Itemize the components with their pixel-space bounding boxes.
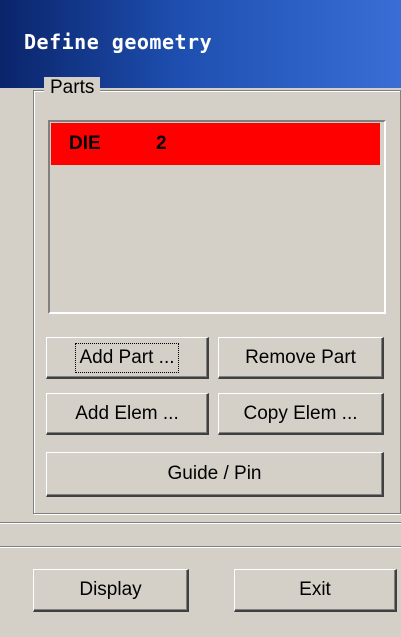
title-bar[interactable]: Define geometry	[0, 0, 401, 88]
guide-pin-label: Guide / Pin	[167, 463, 262, 484]
window-title: Define geometry	[24, 30, 213, 54]
parts-group-label: Parts	[44, 77, 101, 99]
part-number: 2	[156, 133, 167, 154]
add-part-button[interactable]: Add Part ...	[46, 337, 209, 379]
separator	[0, 546, 401, 548]
add-elem-button[interactable]: Add Elem ...	[46, 393, 209, 435]
display-label: Display	[79, 579, 142, 600]
exit-label: Exit	[299, 579, 331, 600]
list-item[interactable]: DIE 2	[51, 123, 380, 165]
part-name: DIE	[69, 133, 101, 154]
add-part-label: Add Part ...	[75, 342, 179, 373]
exit-button[interactable]: Exit	[234, 569, 397, 612]
copy-elem-button[interactable]: Copy Elem ...	[218, 393, 384, 435]
display-button[interactable]: Display	[33, 569, 189, 612]
guide-pin-button[interactable]: Guide / Pin	[46, 452, 384, 497]
remove-part-label: Remove Part	[245, 346, 356, 368]
add-elem-label: Add Elem ...	[75, 402, 179, 424]
separator	[0, 522, 401, 524]
copy-elem-label: Copy Elem ...	[243, 402, 358, 424]
parts-list[interactable]: DIE 2	[48, 120, 386, 314]
remove-part-button[interactable]: Remove Part	[218, 337, 384, 379]
